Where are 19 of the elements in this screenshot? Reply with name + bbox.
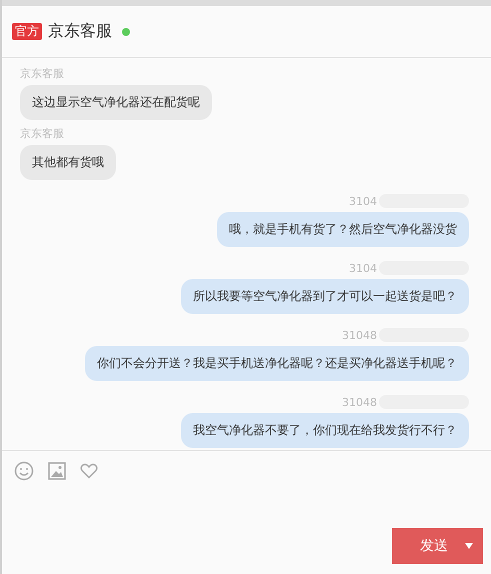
message-bubble: 所以我要等空气净化器到了才可以一起送货是吧？ (181, 279, 469, 314)
message-bubble: 哦，就是手机有货了？然后空气净化器没货 (217, 212, 469, 247)
sender-name: 京东客服 (20, 126, 64, 141)
sender-name: 3104 (349, 194, 377, 208)
send-button[interactable]: 发送 (392, 528, 483, 564)
emoji-icon[interactable] (14, 461, 34, 481)
official-badge: 官方 (12, 23, 42, 40)
image-icon[interactable] (48, 462, 66, 480)
sender-name: 31048 (342, 328, 377, 342)
message-bubble: 我空气净化器不要了，你们现在给我发货行不行？ (181, 413, 469, 448)
sender-name: 31048 (342, 396, 377, 408)
sender-name: 京东客服 (20, 66, 64, 81)
message-bubble: 这边显示空气净化器还在配货呢 (20, 85, 212, 120)
sender-name: 3104 (349, 262, 377, 274)
message-bubble: 其他都有货哦 (20, 145, 116, 180)
message-bubble: 你们不会分开送？我是买手机送净化器呢？还是买净化器送手机呢？ (85, 346, 469, 381)
chat-title: 京东客服 (48, 21, 112, 42)
caret-icon[interactable] (465, 543, 473, 549)
heart-icon[interactable] (80, 463, 98, 479)
